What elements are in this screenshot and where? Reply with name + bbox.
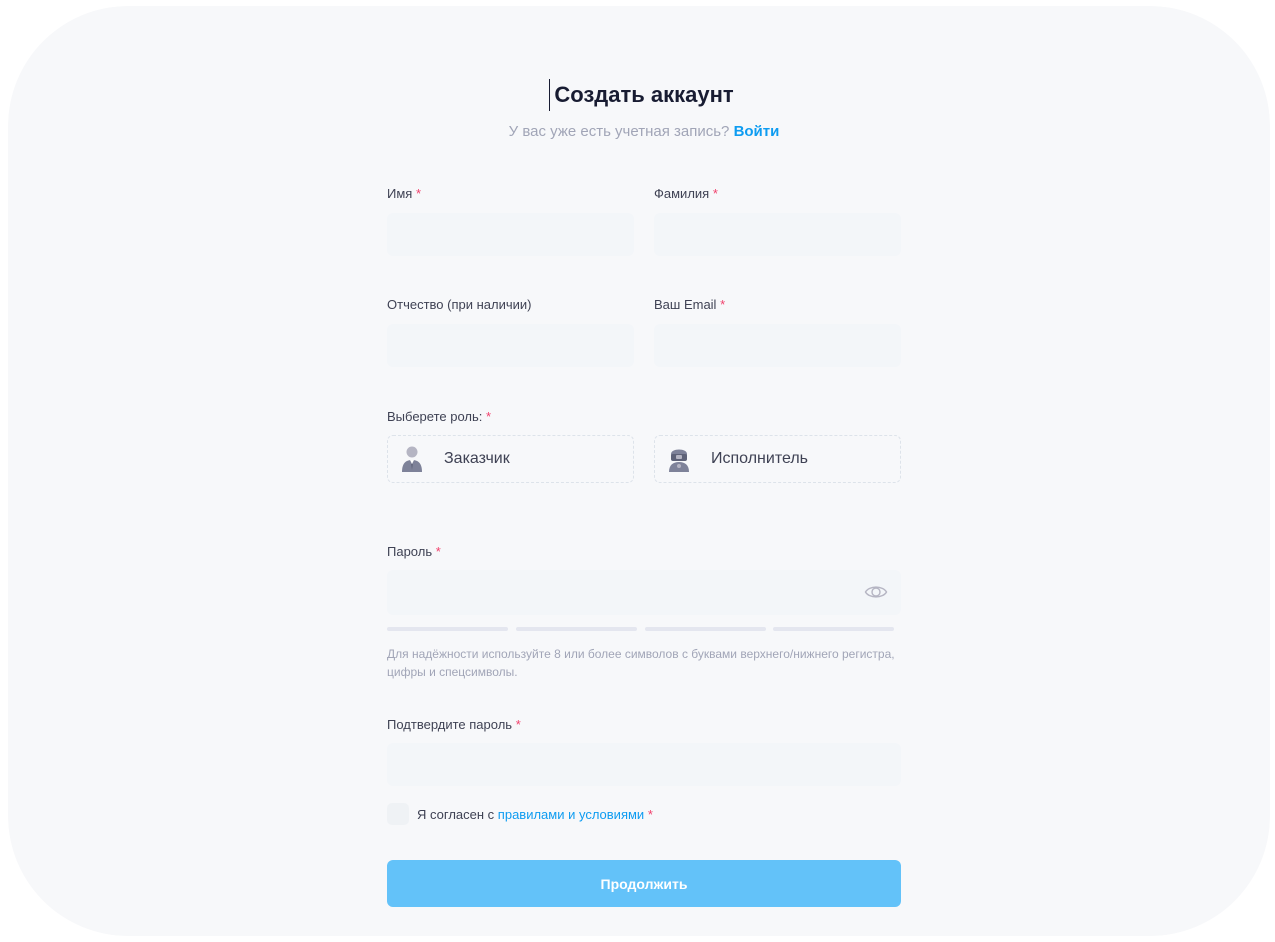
password-label: Пароль * bbox=[387, 544, 441, 559]
confirm-password-input[interactable] bbox=[387, 743, 901, 786]
last-name-label-text: Фамилия bbox=[654, 186, 710, 201]
password-label-text: Пароль bbox=[387, 544, 433, 559]
page-title: Создать аккаунт bbox=[554, 82, 734, 107]
login-prompt-text: У вас уже есть учетная запись? bbox=[508, 123, 730, 140]
required-mark: * bbox=[712, 186, 718, 201]
confirm-password-label-text: Подтвердите пароль bbox=[387, 717, 513, 732]
patronymic-input[interactable] bbox=[387, 324, 634, 367]
first-name-label-text: Имя bbox=[387, 186, 413, 201]
role-option-customer[interactable]: Заказчик bbox=[387, 435, 634, 483]
card-background bbox=[8, 6, 1270, 936]
login-link[interactable]: Войти bbox=[734, 123, 780, 140]
terms-text: Я согласен с bbox=[417, 807, 495, 822]
first-name-label: Имя * bbox=[387, 186, 421, 201]
password-hint: Для надёжности используйте 8 или более с… bbox=[387, 647, 895, 679]
password-input[interactable] bbox=[387, 570, 901, 615]
required-mark: * bbox=[415, 186, 422, 201]
password-strength-segment bbox=[773, 627, 894, 631]
signup-card: Создать аккаунт У вас уже есть учетная з… bbox=[8, 6, 1270, 936]
password-strength-segment bbox=[516, 627, 637, 631]
role-label-text: Выберете роль: bbox=[387, 409, 483, 424]
terms-agreement: Я согласен с правилами и условиями * bbox=[417, 807, 653, 822]
eye-icon[interactable] bbox=[864, 582, 888, 602]
required-mark: * bbox=[486, 409, 492, 424]
role-label: Выберете роль: * bbox=[387, 409, 491, 424]
last-name-input[interactable] bbox=[654, 213, 901, 256]
required-mark: * bbox=[720, 297, 726, 312]
continue-button[interactable]: Продолжить bbox=[387, 860, 901, 907]
email-input[interactable] bbox=[654, 324, 901, 367]
terms-checkbox[interactable] bbox=[387, 803, 409, 825]
password-field bbox=[387, 570, 901, 615]
last-name-label: Фамилия * bbox=[654, 186, 718, 201]
required-mark: * bbox=[647, 807, 653, 822]
patronymic-label: Отчество (при наличии) bbox=[387, 297, 531, 312]
patronymic-label-text: Отчество (при наличии) bbox=[387, 297, 532, 312]
first-name-input[interactable] bbox=[387, 213, 634, 256]
login-prompt: У вас уже есть учетная запись? Войти bbox=[387, 123, 901, 140]
confirm-password-label: Подтвердите пароль * bbox=[387, 717, 521, 732]
password-strength-segment bbox=[387, 627, 508, 631]
email-label-text: Ваш Email bbox=[654, 297, 717, 312]
password-strength-segment bbox=[645, 627, 766, 631]
terms-link[interactable]: правилами и условиями bbox=[498, 807, 644, 822]
email-label: Ваш Email * bbox=[654, 297, 725, 312]
customer-icon bbox=[401, 445, 423, 473]
role-option-label: Исполнитель bbox=[711, 450, 809, 467]
executor-icon bbox=[668, 445, 690, 473]
role-option-executor[interactable]: Исполнитель bbox=[654, 435, 901, 483]
required-mark: * bbox=[435, 544, 441, 559]
role-option-label: Заказчик bbox=[444, 450, 510, 467]
required-mark: * bbox=[515, 717, 521, 732]
